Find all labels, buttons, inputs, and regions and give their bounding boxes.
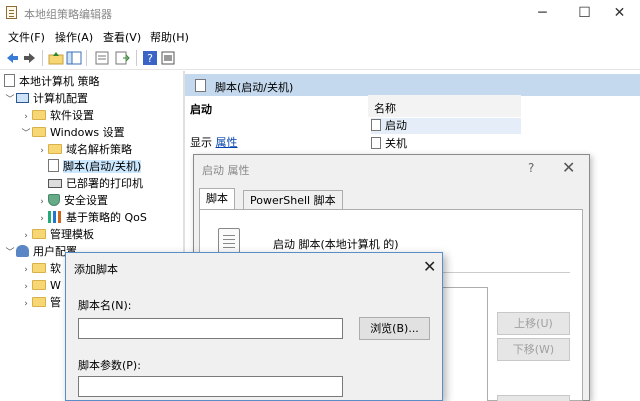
list-item-startup[interactable]: 启动	[371, 118, 521, 134]
move-down-button[interactable]: 下移(W)	[497, 338, 570, 361]
tree-node-software-settings[interactable]: › 软件设置	[20, 107, 94, 124]
chevron-down-icon[interactable]: ﹀	[4, 92, 16, 109]
tree-node-user-software[interactable]: › 软	[20, 260, 61, 277]
menu-action[interactable]: 操作(A)	[55, 29, 93, 45]
up-folder-icon[interactable]	[48, 50, 64, 66]
script-name-label: 脚本名(N):	[78, 299, 132, 312]
script-doc-icon	[195, 79, 206, 92]
window-title: 本地组策略编辑器	[24, 8, 112, 21]
folder-icon	[32, 110, 46, 120]
script-file-icon	[218, 228, 240, 254]
security-shield-icon	[48, 194, 60, 206]
tree-node-qos[interactable]: › 基于策略的 QoS	[36, 209, 147, 226]
minimize-button[interactable]: ─	[520, 0, 565, 26]
forward-arrow-icon[interactable]	[22, 50, 38, 66]
menu-help[interactable]: 帮助(H)	[150, 29, 189, 45]
close-icon[interactable]: ✕	[423, 257, 436, 276]
folder-icon	[32, 263, 46, 273]
printer-icon	[48, 179, 62, 188]
help-icon[interactable]: ?	[142, 50, 158, 66]
dialog-title: 启动 属性	[202, 164, 250, 177]
policy-doc-icon	[4, 74, 15, 87]
tree-node-admin-templates[interactable]: › 管理模板	[20, 226, 94, 243]
folder-icon	[48, 144, 62, 154]
menu-bar: 文件(F) 操作(A) 查看(V) 帮助(H)	[0, 26, 640, 46]
title-bar: 本地组策略编辑器 ─ ☐ ✕	[0, 0, 640, 26]
export-list-icon[interactable]	[114, 50, 130, 66]
details-header: 脚本(启动/关机)	[185, 74, 640, 96]
user-icon	[16, 245, 29, 257]
browse-button[interactable]: 浏览(B)...	[359, 317, 430, 340]
column-header-name[interactable]: 名称	[368, 95, 521, 117]
panel-label: 启动 脚本(本地计算机 的)	[273, 238, 399, 251]
add-button[interactable]	[497, 395, 570, 401]
menu-view[interactable]: 查看(V)	[103, 29, 141, 45]
show-tree-icon[interactable]	[66, 50, 82, 66]
script-doc-icon	[48, 159, 59, 172]
back-arrow-icon[interactable]	[4, 50, 20, 66]
folder-open-icon	[32, 127, 46, 137]
tab-powershell-scripts[interactable]: PowerShell 脚本	[243, 190, 343, 210]
show-properties: 显示 属性	[190, 136, 238, 149]
tab-scripts[interactable]: 脚本	[199, 188, 235, 210]
script-doc-icon	[371, 137, 381, 149]
toolbar-separator	[86, 50, 87, 66]
tree-node-dns-policy[interactable]: › 域名解析策略	[36, 141, 132, 158]
filter-view-icon[interactable]	[160, 50, 176, 66]
menu-file[interactable]: 文件(F)	[8, 29, 45, 45]
tree-node-windows-settings[interactable]: ﹀ Windows 设置	[20, 124, 124, 143]
computer-icon	[16, 93, 29, 103]
tree-node-user-admin[interactable]: › 管	[20, 294, 61, 311]
folder-icon	[32, 229, 46, 239]
close-button[interactable]: ✕	[597, 0, 640, 26]
app-icon	[6, 6, 17, 19]
folder-icon	[32, 280, 46, 290]
script-doc-icon	[371, 119, 381, 131]
tree-node-root[interactable]: 本地计算机 策略	[4, 73, 100, 90]
toolbar: ?	[0, 46, 640, 70]
section-title: 启动	[190, 103, 212, 116]
qos-chart-icon	[48, 211, 62, 223]
svg-text:?: ?	[147, 52, 153, 65]
chevron-down-icon[interactable]: ﹀	[4, 245, 16, 262]
tree-node-scripts[interactable]: 脚本(启动/关机)	[36, 158, 142, 175]
help-button[interactable]: ?	[528, 161, 534, 175]
folder-icon	[32, 297, 46, 307]
tree-node-computer-config[interactable]: ﹀ 计算机配置	[4, 90, 88, 107]
add-script-dialog: 添加脚本 ✕ 脚本名(N): 浏览(B)... 脚本参数(P):	[65, 252, 443, 401]
properties-link[interactable]: 属性	[216, 136, 238, 149]
toolbar-separator	[136, 50, 137, 66]
dialog-title: 添加脚本	[74, 263, 118, 276]
list-item-shutdown[interactable]: 关机	[371, 136, 407, 152]
script-params-input[interactable]	[78, 376, 343, 397]
tree-node-printers[interactable]: 已部署的打印机	[36, 175, 143, 192]
properties-icon[interactable]	[94, 50, 110, 66]
tree-node-security[interactable]: › 安全设置	[36, 192, 108, 209]
script-params-label: 脚本参数(P):	[78, 359, 141, 372]
close-icon[interactable]: ✕	[562, 158, 575, 177]
toolbar-separator	[42, 50, 43, 66]
chevron-down-icon[interactable]: ﹀	[20, 126, 32, 143]
move-up-button[interactable]: 上移(U)	[497, 312, 570, 335]
chevron-right-icon[interactable]: ›	[20, 296, 32, 313]
script-name-input[interactable]	[78, 318, 343, 339]
tree-node-user-windows[interactable]: › W	[20, 277, 61, 294]
